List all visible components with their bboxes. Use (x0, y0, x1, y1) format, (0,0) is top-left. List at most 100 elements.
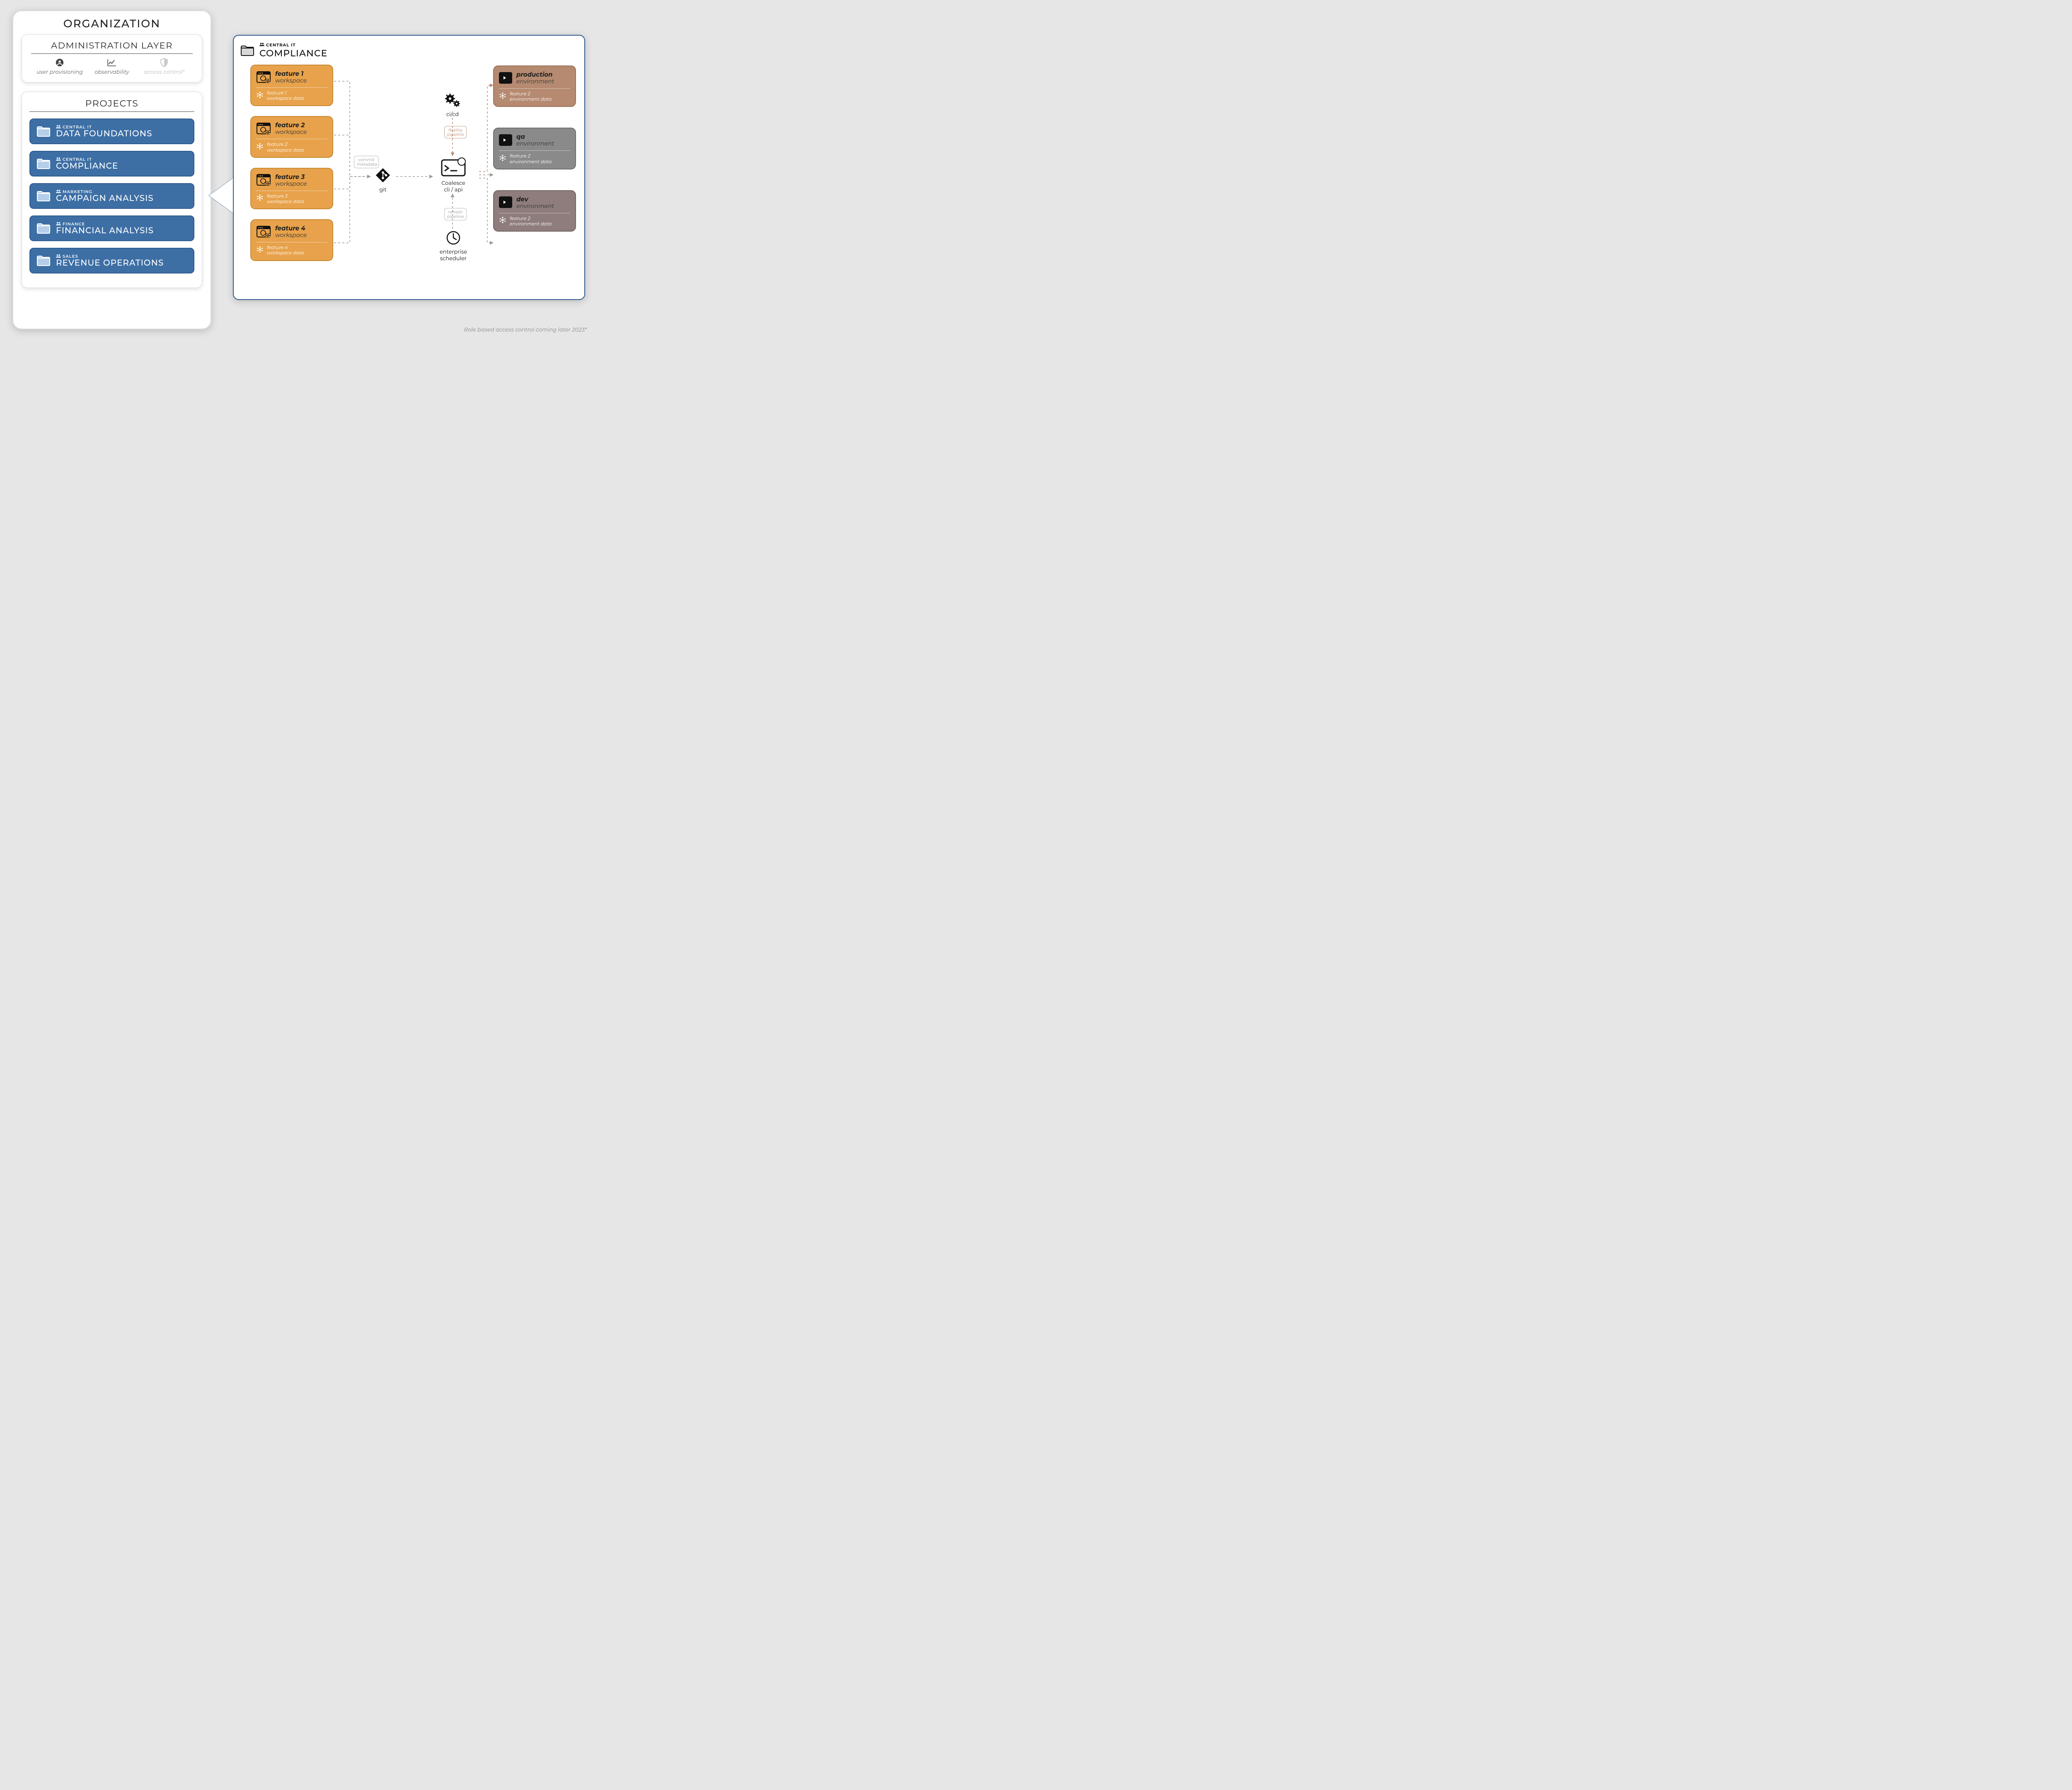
environment-data-l2: environment data (510, 221, 552, 227)
admin-item-label: access control* (144, 69, 184, 75)
workspace-data-l1: feature 4 (267, 244, 288, 250)
folder-icon (36, 222, 51, 235)
project-item-compliance[interactable]: CENTRAL ITCOMPLIANCE (29, 151, 194, 177)
project-name: COMPLIANCE (56, 162, 118, 171)
people-icon (56, 254, 61, 259)
project-item-financial-analysis[interactable]: FINANCEFINANCIAL ANALYSIS (29, 215, 194, 241)
people-icon (56, 189, 61, 194)
admin-items-row: user provisioning observability access c… (31, 58, 193, 75)
workspace-subtitle: workspace (275, 231, 307, 239)
compliance-owner: CENTRAL IT (266, 42, 296, 48)
snowflake-icon (256, 246, 264, 255)
project-owner: MARKETING (63, 189, 92, 194)
admin-item-user-provisioning: user provisioning (34, 58, 86, 75)
workspace-subtitle: workspace (275, 128, 307, 135)
environment-data-l1: feature 2 (510, 91, 530, 97)
project-item-campaign-analysis[interactable]: MARKETINGCAMPAIGN ANALYSIS (29, 183, 194, 209)
shield-icon (160, 58, 168, 67)
run-icon (499, 134, 512, 146)
snowflake-icon (256, 91, 264, 101)
people-icon (259, 42, 264, 48)
projects-card: PROJECTS CENTRAL ITDATA FOUNDATIONSCENTR… (22, 92, 202, 288)
project-owner: CENTRAL IT (63, 124, 92, 130)
environment-data-l2: environment data (510, 159, 552, 164)
workspace-subtitle: workspace (275, 77, 307, 84)
environment-data-l2: environment data (510, 96, 552, 102)
workspace-card-feature-1[interactable]: feature 1workspacefeature 1workspace dat… (250, 65, 333, 106)
workspace-data-l2: workspace data (267, 147, 304, 153)
run-icon (499, 196, 512, 208)
refresh-pipeline-pill: refreshpipeline (444, 208, 467, 220)
compliance-header: CENTRAL IT COMPLIANCE (240, 42, 578, 59)
compliance-detail-panel: CENTRAL IT COMPLIANCE feature 1workspace… (233, 35, 585, 300)
workspace-data-l1: feature 1 (267, 90, 286, 96)
people-icon (56, 221, 61, 227)
snowflake-icon (499, 154, 506, 164)
workspace-card-feature-2[interactable]: feature 2workspacefeature 2workspace dat… (250, 116, 333, 157)
cicd-label: ci/cd (436, 111, 469, 118)
git-node: git (370, 167, 395, 193)
projects-list: CENTRAL ITDATA FOUNDATIONSCENTRAL ITCOMP… (29, 119, 194, 273)
workspace-data-l2: workspace data (267, 95, 304, 101)
environment-card-dev[interactable]: devenvironmentfeature 2environment data (493, 190, 576, 232)
folder-icon (36, 254, 51, 267)
scheduler-label-2: scheduler (431, 255, 476, 262)
administration-layer-card: ADMINISTRATION LAYER user provisioning o… (22, 34, 202, 82)
footnote: Role based access control coming later 2… (464, 327, 587, 333)
scheduler-node: enterprise scheduler (431, 230, 476, 262)
people-icon (56, 157, 61, 162)
project-item-data-foundations[interactable]: CENTRAL ITDATA FOUNDATIONS (29, 119, 194, 144)
environment-subtitle: environment (516, 77, 554, 85)
admin-item-observability: observability (86, 58, 138, 75)
workspace-icon (256, 225, 271, 238)
gears-icon (444, 103, 461, 109)
snowflake-icon (499, 216, 506, 226)
project-owner: SALES (63, 254, 78, 259)
commit-metadata-pill: commitmetadata (354, 156, 379, 168)
folder-icon (240, 45, 254, 56)
admin-item-label: user provisioning (36, 69, 83, 75)
workspaces-column: feature 1workspacefeature 1workspace dat… (250, 65, 333, 261)
clock-icon (446, 240, 461, 247)
environment-card-production[interactable]: productionenvironmentfeature 2environmen… (493, 65, 576, 107)
chart-line-icon (107, 58, 117, 67)
cli-label-1: Coalesce (428, 180, 478, 186)
compliance-name: COMPLIANCE (259, 48, 327, 59)
admin-item-label: observability (94, 69, 129, 75)
project-name: REVENUE OPERATIONS (56, 259, 164, 268)
deploy-pipeline-pill: deploypipeline (444, 126, 467, 138)
environment-card-qa[interactable]: qaenvironmentfeature 2environment data (493, 128, 576, 169)
callout-pointer (209, 178, 233, 213)
workspace-card-feature-4[interactable]: feature 4workspacefeature 4workspace dat… (250, 219, 333, 261)
project-name: DATA FOUNDATIONS (56, 130, 152, 138)
project-item-revenue-operations[interactable]: SALESREVENUE OPERATIONS (29, 248, 194, 273)
workspace-card-feature-3[interactable]: feature 3workspacefeature 3workspace dat… (250, 168, 333, 209)
project-name: FINANCIAL ANALYSIS (56, 227, 154, 235)
workspace-icon (256, 122, 271, 135)
snowflake-icon (499, 92, 506, 102)
project-owner: CENTRAL IT (63, 157, 92, 162)
folder-icon (36, 190, 51, 202)
cli-label-2: cli / api (428, 186, 478, 193)
folder-icon (36, 125, 51, 138)
scheduler-label-1: enterprise (431, 249, 476, 255)
workspace-icon (256, 174, 271, 186)
workspace-data-l1: feature 3 (267, 193, 288, 199)
cicd-node: ci/cd (436, 93, 469, 118)
project-name: CAMPAIGN ANALYSIS (56, 194, 154, 203)
workspace-title: feature 3 (275, 173, 307, 181)
organization-panel: ORGANIZATION ADMINISTRATION LAYER user p… (12, 10, 211, 329)
folder-icon (36, 157, 51, 170)
git-label: git (370, 186, 395, 193)
admin-item-access-control: access control* (138, 58, 190, 75)
environment-data-l1: feature 2 (510, 215, 530, 221)
organization-title: ORGANIZATION (22, 17, 202, 30)
projects-title: PROJECTS (29, 98, 194, 112)
administration-layer-title: ADMINISTRATION LAYER (31, 41, 193, 54)
git-icon (375, 178, 391, 185)
environment-subtitle: environment (516, 140, 554, 147)
user-circle-icon (55, 58, 64, 67)
workspace-icon (256, 71, 271, 83)
environments-column: productionenvironmentfeature 2environmen… (493, 65, 576, 232)
snowflake-icon (256, 143, 264, 152)
